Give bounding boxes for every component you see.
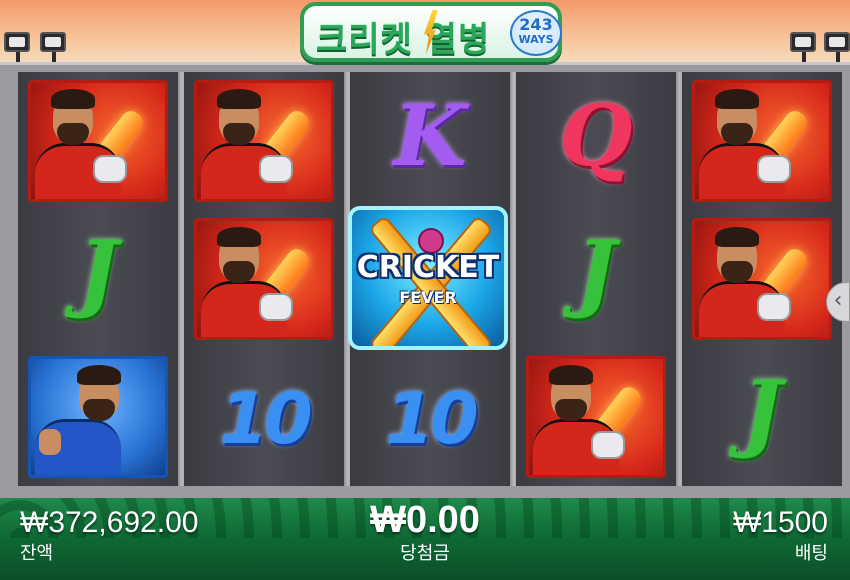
beard-shape — [83, 399, 115, 421]
symbol-batsman-red — [692, 218, 832, 340]
symbol-batsman-red — [692, 80, 832, 202]
hair-shape — [715, 227, 759, 247]
beard-shape — [721, 261, 753, 283]
glove-shape — [259, 293, 293, 321]
ways-label: WAYS — [518, 33, 554, 46]
glove-shape — [757, 155, 791, 183]
fist-shape — [39, 429, 61, 455]
beard-shape — [57, 123, 89, 145]
win-label: 당첨금 — [400, 543, 450, 563]
balance-display: ₩372,692.00 잔액 — [20, 506, 198, 564]
symbol-letter-j: J — [576, 222, 616, 321]
wild-title: CRICKET — [356, 250, 500, 285]
glove-shape — [591, 431, 625, 459]
hair-shape — [217, 89, 261, 109]
floodlight-icon — [40, 32, 66, 64]
symbol-batsman-red — [194, 80, 334, 202]
symbol-batsman-red — [194, 218, 334, 340]
hair-shape — [217, 227, 261, 247]
chevron-left-icon: ‹ — [833, 288, 843, 313]
glove-shape — [93, 155, 127, 183]
game-logo: 크리켓 열병 243 WAYS — [300, 2, 562, 62]
wild-subtitle: FEVER — [399, 288, 457, 307]
ways-number: 243 — [519, 15, 553, 34]
beard-shape — [223, 123, 255, 145]
bet-display[interactable]: ₩1500 배팅 — [733, 506, 828, 564]
glove-shape — [757, 293, 791, 321]
symbol-letter-j: J — [78, 222, 118, 321]
bet-label: 배팅 — [794, 543, 828, 563]
hair-shape — [77, 365, 121, 385]
hair-shape — [715, 89, 759, 109]
win-value: ₩0.00 — [370, 499, 480, 541]
floodlight-icon — [4, 32, 30, 64]
symbol-letter-j: J — [742, 362, 782, 461]
beard-shape — [555, 399, 587, 421]
bet-value: ₩1500 — [732, 506, 828, 539]
beard-shape — [223, 261, 255, 283]
symbol-batsman-red — [526, 356, 666, 478]
symbol-number-10: 10 — [385, 378, 478, 460]
logo-title: 크리켓 열병 — [316, 20, 491, 60]
symbol-batsman-red — [28, 80, 168, 202]
floodlight-icon — [824, 32, 850, 64]
glove-shape — [259, 155, 293, 183]
beard-shape — [721, 123, 753, 145]
hair-shape — [51, 89, 95, 109]
symbol-wild-cricket-fever: CRICKET FEVER — [348, 206, 508, 350]
symbol-letter-k: K — [393, 86, 467, 185]
floodlight-icon — [790, 32, 816, 64]
win-display: ₩0.00 당첨금 — [360, 500, 490, 564]
symbol-batsman-blue — [28, 356, 168, 478]
symbol-letter-q: Q — [559, 86, 633, 185]
balance-value: ₩372,692.00 — [20, 506, 199, 539]
balance-label: 잔액 — [20, 543, 54, 563]
hair-shape — [549, 365, 593, 385]
symbol-number-10: 10 — [219, 378, 312, 460]
ways-badge: 243 WAYS — [510, 10, 562, 56]
